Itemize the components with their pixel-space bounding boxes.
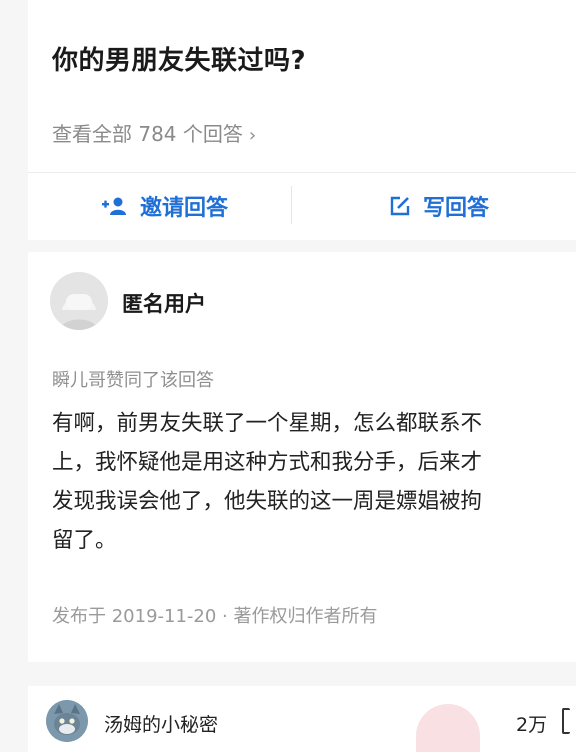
add-user-icon [101, 197, 126, 215]
next-answer-author[interactable]: 汤姆的小秘密 [104, 710, 218, 737]
edit-icon [390, 196, 410, 216]
invite-answer-button[interactable]: 邀请回答 [28, 173, 302, 239]
answer-line: 上，我怀疑他是用这种方式和我分手，后来才 [52, 450, 483, 475]
decorative-sticker [416, 704, 480, 752]
action-divider [291, 186, 292, 224]
bracket-icon [562, 708, 570, 734]
answer-line: 有啊，前男友失联了一个星期，怎么都联系不 [52, 411, 483, 436]
view-all-answers-link[interactable]: 查看全部 784 个回答 › [52, 118, 256, 147]
answer-line: 留了。 [52, 528, 117, 553]
answer-meta: 发布于 2019-11-20 · 著作权归作者所有 [52, 606, 378, 627]
anonymous-avatar[interactable] [50, 272, 108, 330]
next-answer-card[interactable]: 汤姆的小秘密 2万 [28, 686, 576, 752]
answer-body[interactable]: 有啊，前男友失联了一个星期，怎么都联系不 上，我怀疑他是用这种方式和我分手，后来… [52, 404, 576, 560]
action-bar: 邀请回答 写回答 [28, 172, 576, 239]
answer-card: 匿名用户 瞬儿哥赞同了该回答 有啊，前男友失联了一个星期，怎么都联系不 上，我怀… [28, 252, 576, 662]
answer-author[interactable]: 匿名用户 [122, 288, 206, 318]
write-answer-label: 写回答 [422, 196, 489, 221]
chevron-right-icon: › [248, 125, 257, 146]
anonymous-user-icon [50, 272, 108, 330]
invite-answer-label: 邀请回答 [139, 196, 228, 221]
answer-line: 发现我误会他了，他失联的这一周是嫖娼被拘 [52, 489, 483, 514]
vote-count: 2万 [516, 714, 548, 736]
view-all-label: 查看全部 784 个回答 [52, 122, 243, 146]
question-card: 你的男朋友失联过吗? 查看全部 784 个回答 › 邀请回答 写回答 [28, 0, 576, 240]
question-title[interactable]: 你的男朋友失联过吗? [52, 40, 306, 77]
liked-by-text: 瞬儿哥赞同了该回答 [52, 370, 214, 391]
user-avatar[interactable] [46, 700, 88, 742]
write-answer-button[interactable]: 写回答 [302, 173, 576, 239]
cat-avatar-icon [46, 700, 88, 742]
